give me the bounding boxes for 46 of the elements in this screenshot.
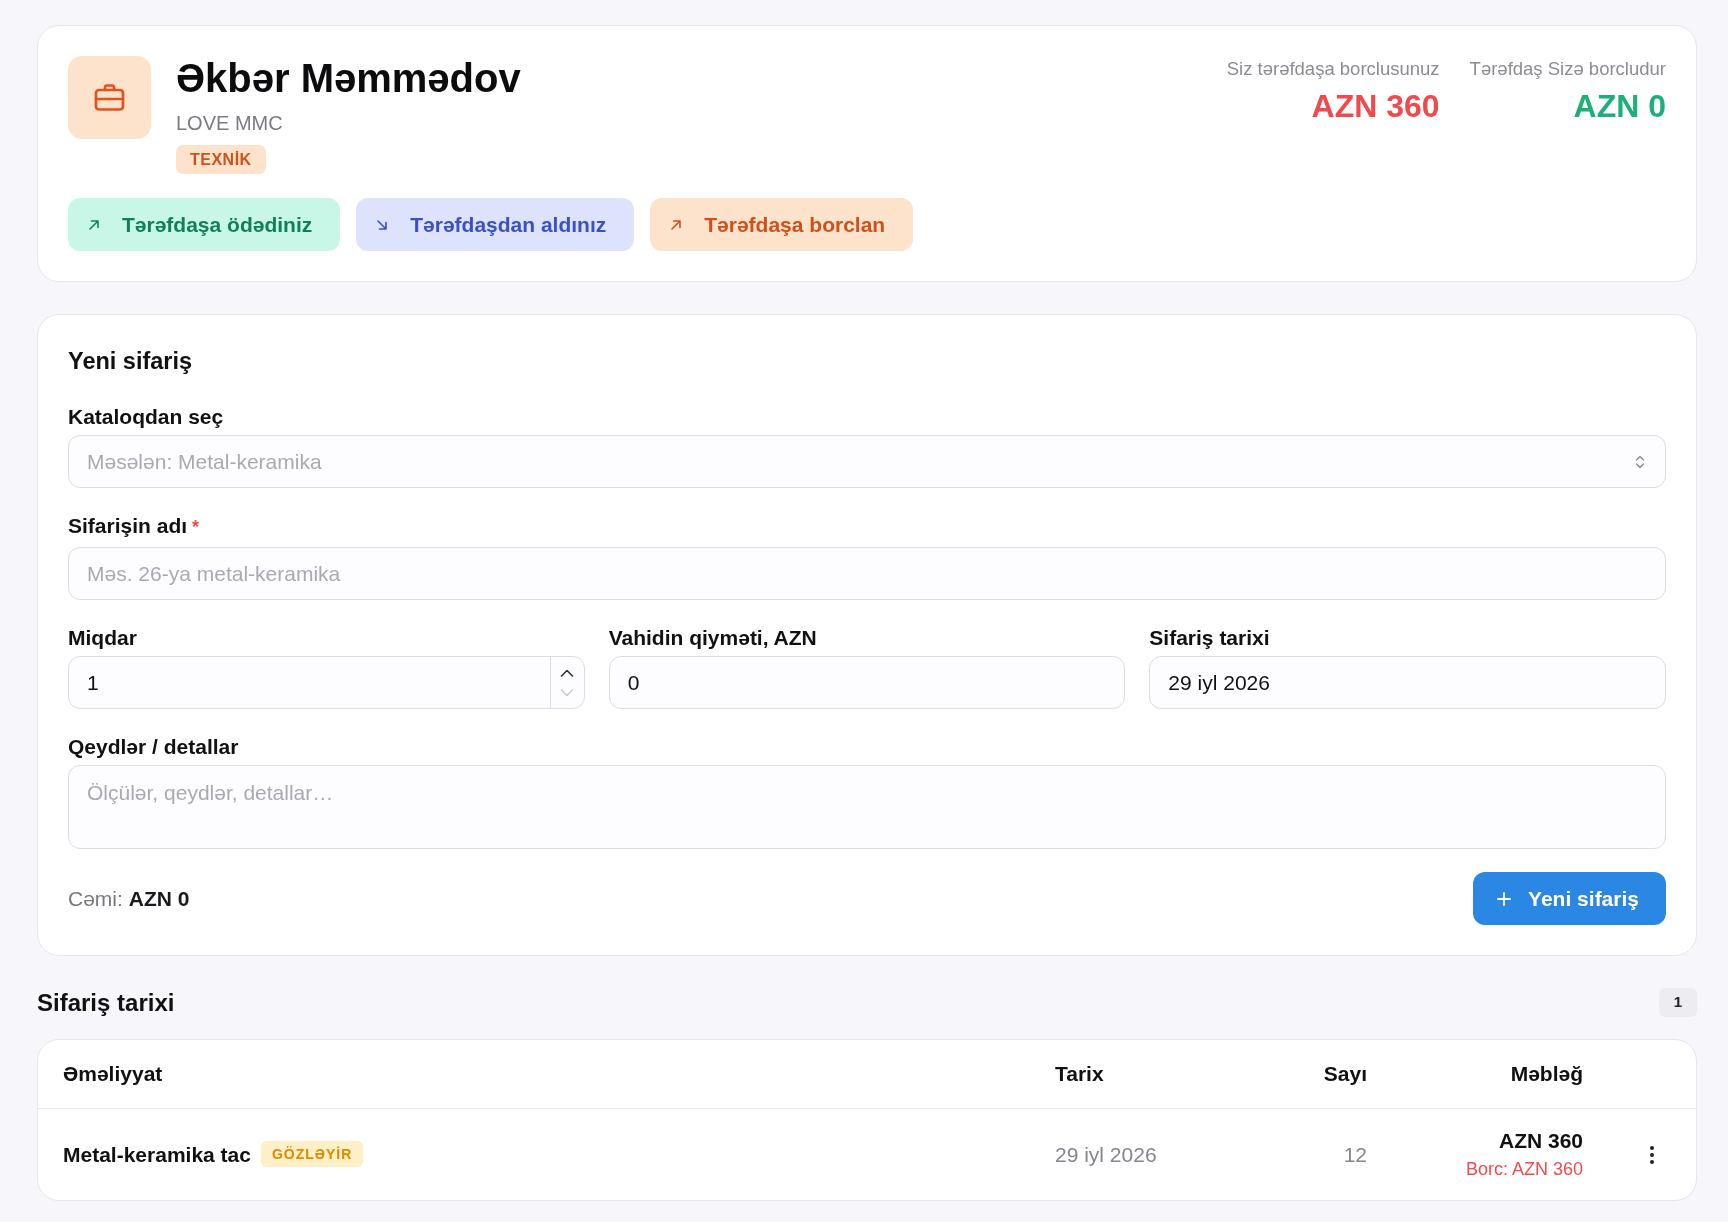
column-header: Məbləğ [1510,1062,1583,1085]
form-title: Yeni sifariş [68,347,194,375]
date-text: 29 iyl 2026 [1055,1142,1157,1166]
section-title: Sifariş tarixi [37,988,175,1017]
balance-amount: AZN 360 [1311,88,1440,124]
required-mark: * [192,516,200,539]
field-label: Qeydlər / detallar [68,735,239,759]
status-badge: GÖZLƏYİR [260,1141,364,1168]
select-field[interactable]: Məsələn: Metal-keramika [68,435,1666,488]
amount-text: AZN 360 [1498,1129,1583,1154]
total-value: AZN 0 [128,885,190,912]
order-name: Metal-keramika tac [63,1142,251,1166]
count-badge: 1 [1659,988,1697,1017]
quantity-text: 12 [1343,1142,1367,1166]
field-label: Vahidin qiyməti, AZN [608,626,817,650]
column-header: Tarix [1055,1062,1104,1085]
number-field[interactable]: 1 [68,656,585,709]
kebab-menu-icon[interactable] [1650,1146,1654,1164]
balance-amount: AZN 0 [1573,88,1666,124]
arrow-up-right-icon [670,218,683,231]
company-name: LOVE MMC [176,111,283,135]
field-label: Miqdar [68,626,137,650]
input-field[interactable]: Məs. 26-ya metal-keramika [68,547,1666,600]
notes-field[interactable]: Ölçülər, qeydlər, detallar… [68,765,1666,849]
arrow-up-right-icon [88,218,100,231]
chevron-up-icon[interactable] [560,668,575,677]
field-label: Sifariş tarixi [1149,626,1270,650]
total-label: Cəmi: [68,885,123,912]
input-field[interactable]: 0 [608,656,1126,709]
new-order-button[interactable]: Yeni sifariş [1473,872,1666,925]
debt-text: Borc: AZN 360 [1465,1159,1583,1180]
column-header: Əməliyyat [63,1062,163,1085]
partner-name: Əkbər Məmmədov [176,56,521,100]
field-label: Sifarişin adı [68,514,188,538]
action-button[interactable]: Tərəfdaşdan aldınız [356,198,635,251]
input-field[interactable]: 29 iyl 2026 [1149,656,1666,709]
balance-label: Siz tərəfdaşa borclusunuz [1226,58,1440,80]
plus-icon [1497,891,1512,906]
action-button[interactable]: Tərəfdaşa borclan [650,198,914,251]
category-tag: TEXNİK [176,145,266,174]
field-label: Kataloqdan seç [68,405,224,429]
column-header: Sayı [1323,1062,1367,1085]
briefcase-icon [68,56,151,139]
arrow-down-right-icon [376,218,389,231]
action-button[interactable]: Tərəfdaşa ödədiniz [68,198,341,251]
balance-label: Tərəfdaş Sizə borcludur [1469,58,1666,80]
